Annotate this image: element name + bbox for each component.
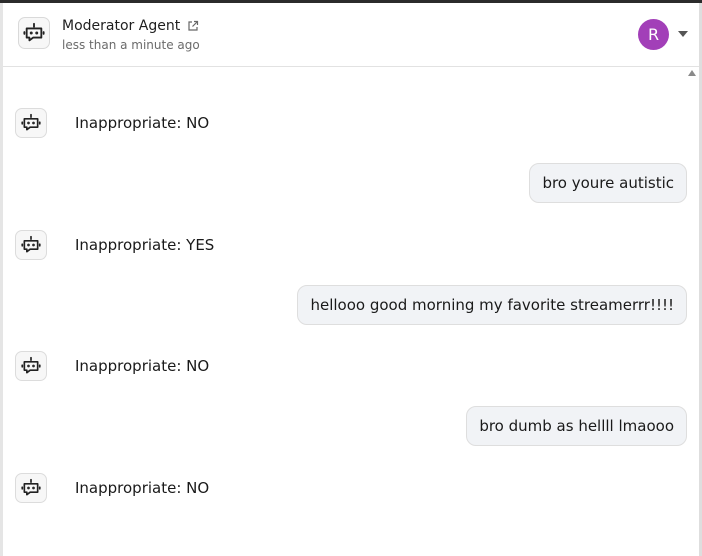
robot-icon <box>15 230 47 260</box>
user-message-text: hellooo good morning my favorite streame… <box>310 296 674 314</box>
bot-message-text: Inappropriate: NO <box>75 114 210 132</box>
bot-message: Inappropriate: NO <box>15 472 209 504</box>
user-avatar[interactable]: R <box>638 19 669 50</box>
bot-message: Inappropriate: NO <box>15 350 209 382</box>
bot-message-text: Inappropriate: NO <box>75 479 210 497</box>
user-initial: R <box>647 25 660 44</box>
user-message-bubble: bro dumb as hellll lmaooo <box>466 406 687 446</box>
robot-icon <box>15 108 47 138</box>
agent-name: Moderator Agent <box>62 18 181 34</box>
robot-icon <box>18 17 50 49</box>
bot-message-text: Inappropriate: YES <box>75 236 215 254</box>
bot-message: Inappropriate: YES <box>15 229 214 261</box>
chevron-down-icon[interactable] <box>678 31 688 37</box>
user-message-bubble: bro youre autistic <box>529 163 687 203</box>
robot-icon <box>15 473 47 503</box>
bot-message-text: Inappropriate: NO <box>75 357 210 375</box>
user-message-bubble: hellooo good morning my favorite streame… <box>297 285 687 325</box>
user-message-text: bro youre autistic <box>542 174 674 192</box>
scroll-up-arrow-icon[interactable] <box>688 70 696 76</box>
window-left-border <box>0 3 3 556</box>
robot-icon <box>15 351 47 381</box>
external-link-icon[interactable] <box>187 20 199 32</box>
user-message-text: bro dumb as hellll lmaooo <box>479 417 674 435</box>
bot-message: Inappropriate: NO <box>15 107 209 139</box>
agent-title-row: Moderator Agent <box>62 18 199 34</box>
last-updated-timestamp: less than a minute ago <box>62 38 200 52</box>
chat-header: Moderator Agent less than a minute ago R <box>3 3 699 67</box>
